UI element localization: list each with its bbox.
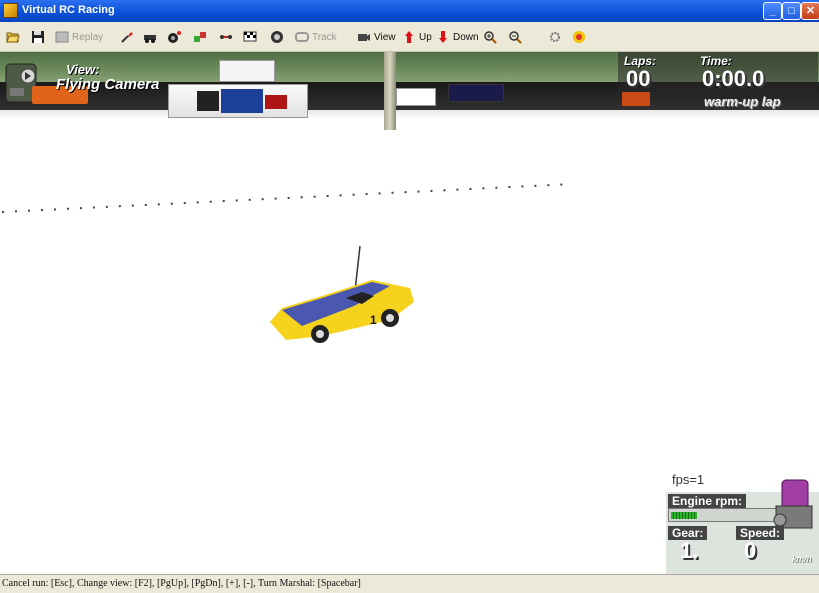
engine-rpm-bar bbox=[668, 508, 778, 522]
time-value: 0:00.0 bbox=[702, 66, 765, 91]
toolbar: Replay Track View Up Down bbox=[0, 22, 819, 52]
wheel-button[interactable] bbox=[270, 28, 287, 46]
floppy-disk-icon bbox=[32, 31, 44, 43]
arrow-up-icon bbox=[405, 31, 413, 43]
race-viewport[interactable]: View: Flying Camera Laps: 00 Time: 0:00.… bbox=[0, 52, 819, 574]
replay-button[interactable]: Replay bbox=[55, 28, 103, 46]
maximize-button[interactable]: □ bbox=[782, 2, 801, 20]
screwdriver-icon bbox=[121, 32, 133, 43]
gear-parts-icon bbox=[194, 32, 206, 42]
track-marker-line bbox=[1, 183, 573, 213]
marshal-icon bbox=[573, 31, 585, 43]
camera-up-button[interactable]: Up bbox=[402, 28, 432, 46]
speed-unit: km/h bbox=[792, 554, 812, 564]
view-mode-value: Flying Camera bbox=[56, 76, 160, 93]
close-button[interactable]: ✕ bbox=[801, 2, 819, 20]
warmup-lap-text: warm-up lap bbox=[704, 94, 781, 109]
save-button[interactable] bbox=[31, 28, 48, 46]
tuning-button[interactable] bbox=[120, 28, 137, 46]
gear-value: 1. bbox=[680, 538, 699, 563]
sponsor-banner bbox=[219, 60, 275, 82]
flag-button[interactable] bbox=[243, 28, 260, 46]
settings-icon bbox=[550, 32, 560, 42]
zoom-in-button[interactable] bbox=[483, 28, 500, 46]
view-button[interactable]: View bbox=[357, 28, 396, 46]
rc-car: 1 bbox=[270, 245, 414, 343]
zoom-out-button[interactable] bbox=[508, 28, 525, 46]
car-number: 1 bbox=[370, 313, 377, 327]
suspension-button[interactable] bbox=[219, 28, 236, 46]
car-icon bbox=[144, 35, 156, 43]
title-bar: Virtual RC Racing _ □ ✕ bbox=[0, 0, 819, 22]
sponsor-banner-3 bbox=[448, 84, 504, 102]
sponsor-logo-small bbox=[622, 92, 650, 106]
camera-view-icon bbox=[358, 34, 370, 41]
vrc-logo bbox=[197, 89, 287, 113]
speed-value: 0 bbox=[744, 538, 757, 563]
app-icon[interactable] bbox=[3, 3, 18, 18]
fps-readout: fps=1 bbox=[672, 472, 705, 487]
status-text: Cancel run: [Esc], Change view: [F2], [P… bbox=[2, 578, 361, 589]
minimize-button[interactable]: _ bbox=[763, 2, 782, 20]
laps-value: 00 bbox=[626, 66, 651, 91]
tire-icon bbox=[168, 31, 181, 43]
folder-open-icon bbox=[6, 32, 20, 43]
gearing-button[interactable] bbox=[193, 28, 210, 46]
open-button[interactable] bbox=[6, 28, 23, 46]
track-icon bbox=[295, 32, 309, 42]
car-setup-button[interactable] bbox=[143, 28, 160, 46]
up-label: Up bbox=[419, 31, 432, 43]
view-label: View bbox=[374, 31, 396, 43]
zoom-out-icon bbox=[509, 31, 522, 44]
vrc-banner bbox=[168, 84, 308, 118]
track-surface-edge bbox=[0, 110, 819, 120]
status-bar: Cancel run: [Esc], Change view: [F2], [P… bbox=[0, 574, 819, 593]
window-title: Virtual RC Racing bbox=[22, 4, 115, 16]
light-pole bbox=[384, 52, 396, 130]
engine-rpm-label: Engine rpm: bbox=[668, 494, 747, 508]
arrow-down-icon bbox=[439, 31, 447, 43]
settings-button[interactable] bbox=[548, 28, 565, 46]
zoom-in-icon bbox=[484, 31, 497, 44]
track-label: Track bbox=[312, 31, 337, 43]
track-button[interactable]: Track bbox=[295, 28, 337, 46]
view-hud: View: Flying Camera bbox=[5, 58, 168, 104]
down-label: Down bbox=[453, 31, 479, 43]
marshal-button[interactable] bbox=[572, 28, 589, 46]
steering-wheel-icon bbox=[271, 31, 283, 43]
tires-button[interactable] bbox=[167, 28, 184, 46]
checkered-flag-icon bbox=[243, 31, 257, 42]
replay-label: Replay bbox=[72, 31, 104, 43]
view-label-hud: View: bbox=[66, 62, 100, 77]
engine-rpm-fill bbox=[671, 512, 697, 519]
replay-icon bbox=[55, 31, 69, 43]
sponsor-banner-2 bbox=[396, 88, 436, 106]
camera-down-button[interactable]: Down bbox=[436, 28, 479, 46]
suspension-icon bbox=[220, 35, 232, 39]
